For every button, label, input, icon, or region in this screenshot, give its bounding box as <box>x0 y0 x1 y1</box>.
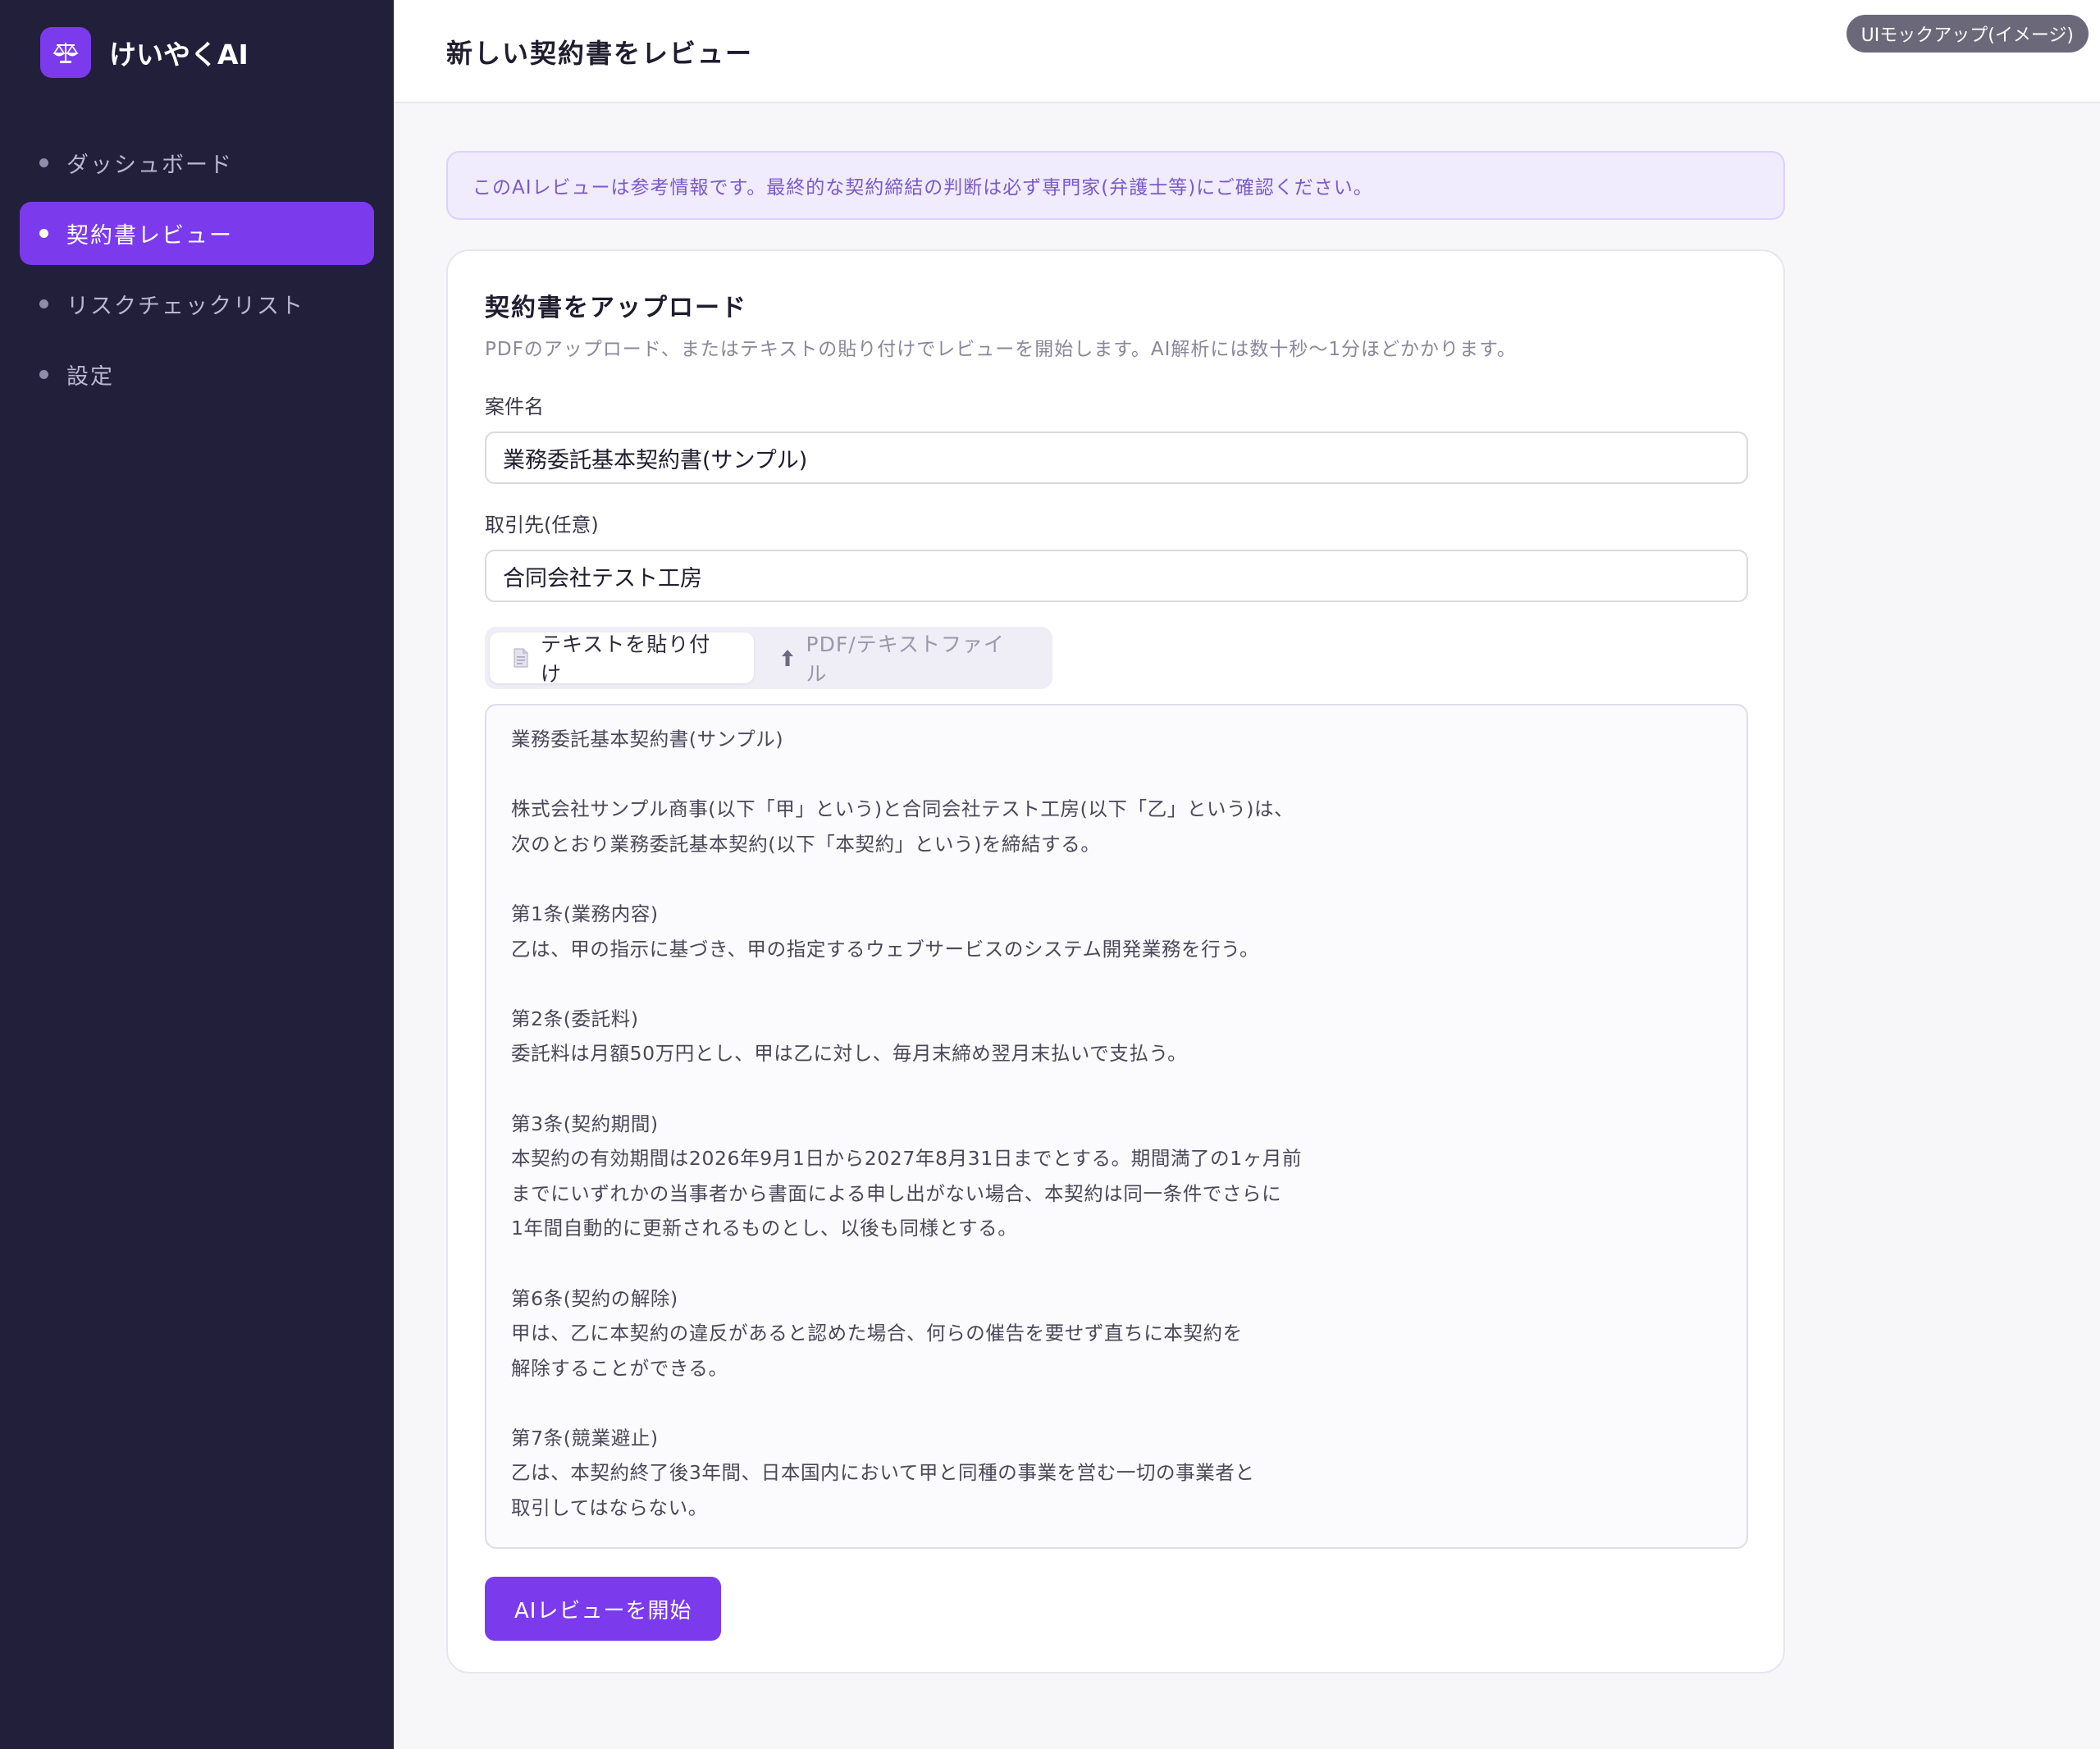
document-icon <box>513 648 529 668</box>
upload-card-title: 契約書をアップロード <box>485 294 747 322</box>
contract-text-line <box>511 1246 1722 1281</box>
contract-text-line: 解除することができる。 <box>511 1356 728 1380</box>
contract-text-line: 第2条(委託料) <box>511 1007 639 1030</box>
sidebar-item-risk-checklist[interactable]: リスクチェックリスト <box>20 272 374 336</box>
contract-text-line: 業務委託基本契約書(サンプル) <box>511 728 784 751</box>
brand-name: けいやくAI <box>109 39 249 71</box>
contract-text-line: 取引してはならない。 <box>511 1496 708 1520</box>
page-title: 新しい契約書をレビュー <box>446 38 754 69</box>
mockup-badge: UIモックアップ(イメージ) <box>1846 15 2089 53</box>
upload-card: 契約書をアップロード PDFのアップロード、またはテキストの貼り付けでレビューを… <box>446 249 1785 1674</box>
case-name-input[interactable] <box>485 432 1748 484</box>
contract-text-line: 次のとおり業務委託基本契約(以下「本契約」という)を締結する。 <box>511 832 1101 856</box>
contract-text-line <box>511 1386 1722 1421</box>
contract-text-line: 第6条(契約の解除) <box>511 1286 678 1310</box>
contract-text-line: 本契約の有効期間は2026年9月1日から2027年8月31日までとする。期間満了… <box>511 1147 1303 1171</box>
contract-text-line: 第1条(業務内容) <box>511 902 659 925</box>
bullet-icon <box>39 229 48 238</box>
contract-text-line <box>511 861 1722 897</box>
tab-paste-text[interactable]: テキストを貼り付け <box>490 632 754 686</box>
sidebar-item-label: ダッシュボード <box>66 153 233 178</box>
tab-label: テキストを貼り付け <box>541 632 711 686</box>
contract-text-line: 乙は、本契約終了後3年間、日本国内において甲と同種の事業を営む一切の事業者と <box>511 1461 1255 1485</box>
sidebar-item-label: 設定 <box>66 364 114 390</box>
partner-input[interactable] <box>485 550 1748 602</box>
sidebar: けいやくAI ダッシュボード 契約書レビュー リスクチェックリスト 設定 <box>0 0 394 1749</box>
input-mode-tabs: テキストを貼り付け PDF/テキストファイル <box>485 627 1052 689</box>
app-window: けいやくAI ダッシュボード 契約書レビュー リスクチェックリスト 設定 新しい… <box>0 0 2100 1749</box>
tab-label: PDF/テキストファイル <box>806 632 1005 686</box>
sidebar-nav: ダッシュボード 契約書レビュー リスクチェックリスト 設定 <box>20 131 374 413</box>
sidebar-item-settings[interactable]: 設定 <box>20 343 374 406</box>
sidebar-item-label: リスクチェックリスト <box>66 294 304 319</box>
contract-text-line <box>511 757 1722 792</box>
contract-text-line: 第7条(競業避止) <box>511 1426 659 1450</box>
contract-text-area[interactable]: 業務委託基本契約書(サンプル) 株式会社サンプル商事(以下「甲」という)と合同会社… <box>485 704 1748 1549</box>
partner-label: 取引先(任意) <box>485 514 599 537</box>
bullet-icon <box>39 158 48 167</box>
start-review-button[interactable]: AIレビューを開始 <box>485 1577 722 1641</box>
tab-file-upload[interactable]: PDF/テキストファイル <box>754 632 1048 686</box>
case-name-label: 案件名 <box>485 395 544 418</box>
contract-text-line: までにいずれかの当事者から書面による申し出がない場合、本契約は同一条件でさらに <box>511 1181 1282 1205</box>
sidebar-item-contract-review[interactable]: 契約書レビュー <box>20 202 374 265</box>
header: 新しい契約書をレビュー UIモックアップ(イメージ) <box>394 0 2100 103</box>
contract-text-line: 委託料は月額50万円とし、甲は乙に対し、毎月末締め翌月末払いで支払う。 <box>511 1042 1188 1066</box>
scales-icon <box>40 27 91 78</box>
contract-text-line: 乙は、甲の指示に基づき、甲の指定するウェブサービスのシステム開発業務を行う。 <box>511 937 1260 961</box>
brand[interactable]: けいやくAI <box>40 27 249 78</box>
upload-arrow-icon <box>780 648 795 668</box>
contract-text-line <box>511 1071 1722 1107</box>
contract-text-line: 1年間自動的に更新されるものとし、以後も同様とする。 <box>511 1217 1018 1240</box>
contract-text-line: 第3条(契約期間) <box>511 1112 659 1135</box>
bullet-icon <box>39 370 48 379</box>
sidebar-item-dashboard[interactable]: ダッシュボード <box>20 131 374 194</box>
contract-text-line: 甲は、乙に本契約の違反があると認めた場合、何らの催告を要せず直ちに本契約を <box>511 1322 1243 1345</box>
contract-text-line: 株式会社サンプル商事(以下「甲」という)と合同会社テスト工房(以下「乙」という)… <box>511 797 1294 821</box>
disclaimer-notice: このAIレビューは参考情報です。最終的な契約締結の判断は必ず専門家(弁護士等)に… <box>446 151 1785 220</box>
contract-text-line <box>511 966 1722 1002</box>
upload-card-description: PDFのアップロード、またはテキストの貼り付けでレビューを開始します。AI解析に… <box>485 339 1517 360</box>
sidebar-item-label: 契約書レビュー <box>66 223 233 249</box>
bullet-icon <box>39 299 48 308</box>
disclaimer-text: このAIレビューは参考情報です。最終的な契約締結の判断は必ず専門家(弁護士等)に… <box>472 177 1373 199</box>
